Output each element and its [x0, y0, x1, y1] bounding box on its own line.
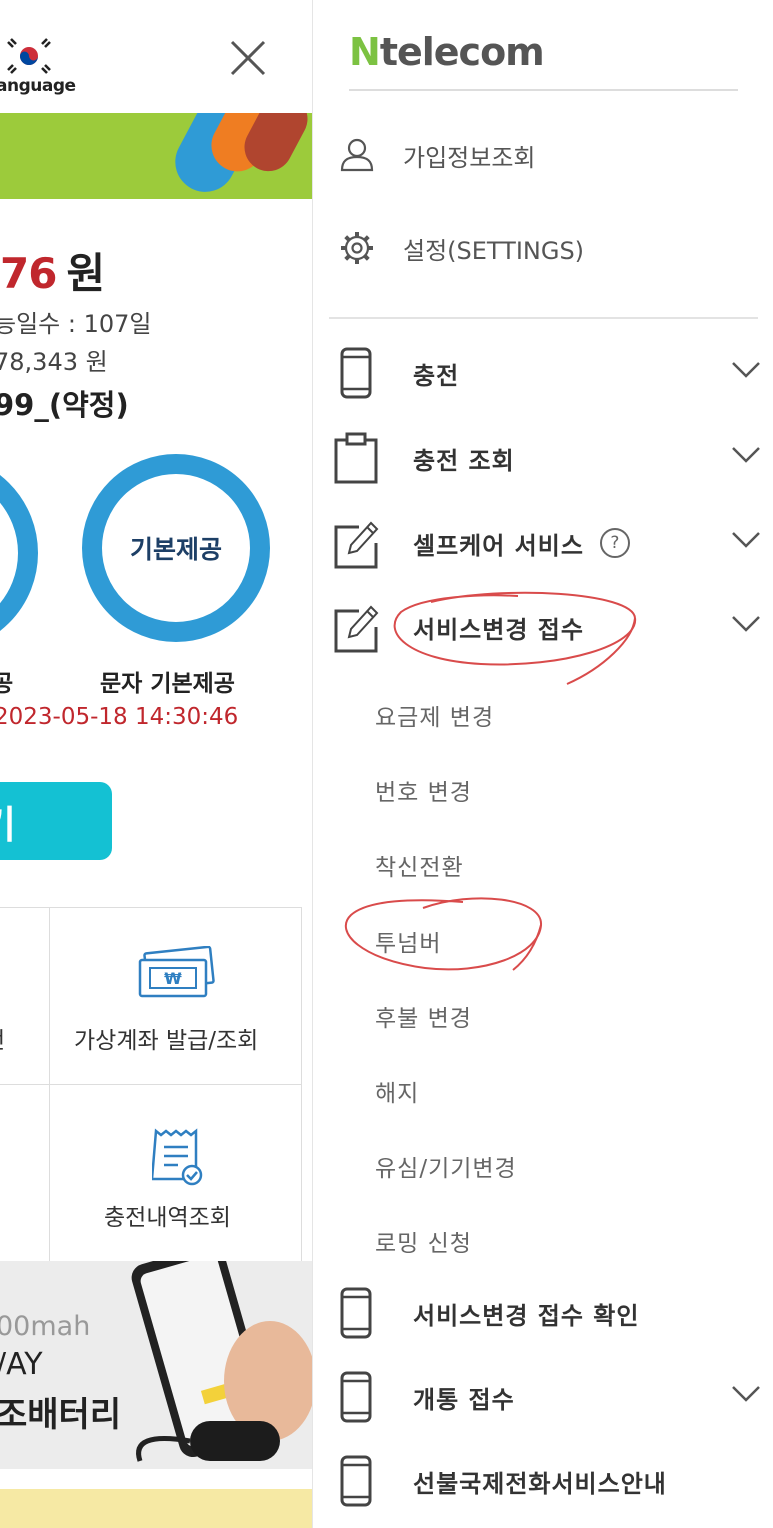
remaining-days: 능일수 : 107일	[0, 310, 152, 338]
chevron-down-icon[interactable]	[731, 529, 761, 549]
charge-button[interactable]: 기	[0, 782, 112, 860]
receipt-icon	[152, 1128, 203, 1186]
phone-icon	[340, 347, 372, 399]
background-page: anguage 76 원 능일수 : 107일 78,343 원 99_(약정) …	[0, 0, 312, 1528]
gear-icon	[341, 232, 373, 264]
balance-amount: 76 원	[0, 249, 105, 298]
phone-icon	[340, 1287, 372, 1339]
grid-cell-virtual-account[interactable]: ₩ 가상계좌 발급/조회	[50, 908, 302, 1085]
grid-cell-charge-history[interactable]: 충전내역조회	[50, 1085, 302, 1262]
promo-banner[interactable]	[0, 113, 312, 199]
sms-usage-ring: 기본제공	[82, 454, 270, 642]
ad-phone-photo	[131, 1261, 312, 1462]
menu-item-activation[interactable]: 개통 접수	[333, 1367, 760, 1427]
menu-item-label: 충전 조회	[413, 446, 515, 475]
brand-logo[interactable]: Ntelecom	[349, 30, 545, 74]
svg-text:₩: ₩	[164, 969, 182, 988]
edit-icon	[334, 605, 379, 653]
ad-text-3: 조배터리	[0, 1395, 122, 1435]
close-icon[interactable]	[228, 38, 268, 78]
cash-icon: ₩	[138, 946, 215, 998]
edit-icon	[334, 521, 379, 569]
menu-item-label: 셀프케어 서비스	[413, 531, 584, 560]
menu-item-label: 서비스변경 접수 확인	[413, 1301, 640, 1330]
grid-cell-label: 충전내역조회	[104, 1205, 231, 1231]
next-banner-strip[interactable]	[0, 1489, 312, 1528]
chevron-down-icon[interactable]	[731, 1383, 761, 1403]
plan-name: 99_(약정)	[0, 388, 129, 422]
submenu-item-plan-change[interactable]: 요금제 변경	[375, 698, 494, 732]
help-icon[interactable]: ?	[599, 528, 630, 558]
submenu-item-postpaid-change[interactable]: 후불 변경	[375, 999, 472, 1033]
submenu-item-call-forwarding[interactable]: 착신전환	[375, 848, 464, 882]
quick-menu-grid: 전 ₩ 가상계좌 발급/조회 충전내역조회	[0, 907, 302, 1262]
menu-item-label: 서비스변경 접수	[413, 615, 584, 644]
grid-cell[interactable]: 전	[0, 908, 50, 1085]
ring-caption-right: 문자 기본제공	[100, 671, 235, 697]
user-icon	[340, 138, 374, 172]
grid-cell-label: 전	[0, 1021, 5, 1055]
menu-item-label: 설정(SETTINGS)	[403, 236, 585, 265]
submenu-item-number-change[interactable]: 번호 변경	[375, 773, 472, 807]
ring-caption-left: 공	[0, 671, 14, 697]
menu-item-label: 가입정보조회	[403, 143, 536, 172]
menu-item-service-change-check[interactable]: 서비스변경 접수 확인	[333, 1283, 753, 1343]
chevron-down-icon[interactable]	[731, 613, 761, 633]
menu-item-member-info[interactable]: 가입정보조회	[339, 137, 535, 173]
language-label[interactable]: anguage	[0, 76, 76, 96]
menu-item-service-change[interactable]: 서비스변경 접수	[333, 597, 760, 657]
menu-item-intl-call-guide[interactable]: 선불국제전화서비스안내	[333, 1451, 753, 1511]
menu-item-label: 선불국제전화서비스안내	[413, 1469, 667, 1498]
clipboard-icon	[334, 432, 378, 484]
menu-item-label: 개통 접수	[413, 1385, 515, 1414]
banner-graphic	[175, 113, 308, 192]
divider	[329, 317, 758, 319]
data-usage-ring	[0, 454, 38, 652]
ad-text-2: /AY	[0, 1347, 43, 1382]
submenu-item-two-number[interactable]: 투넘버	[375, 924, 441, 958]
phone-icon	[340, 1455, 372, 1507]
menu-item-label: 충전	[413, 361, 460, 390]
menu-item-selfcare[interactable]: 셀프케어 서비스 ?	[333, 513, 760, 573]
ad-text-1: 00mah	[0, 1311, 91, 1342]
menu-item-charge[interactable]: 충전	[333, 343, 760, 403]
menu-item-charge-history[interactable]: 충전 조회	[333, 428, 760, 488]
divider	[349, 89, 738, 91]
chevron-down-icon[interactable]	[731, 444, 761, 464]
usage-amount: 78,343 원	[0, 348, 108, 376]
phone-icon	[340, 1371, 372, 1423]
side-menu-drawer: Ntelecom 가입정보조회 설정(SETTINGS) 충전 충전 조회 셀프…	[312, 0, 773, 1528]
korea-flag-icon[interactable]	[2, 36, 56, 76]
menu-item-settings[interactable]: 설정(SETTINGS)	[339, 230, 584, 266]
submenu-item-usim-device[interactable]: 유심/기기변경	[375, 1149, 517, 1183]
grid-cell[interactable]	[0, 1085, 50, 1262]
updated-timestamp: 2023-05-18 14:30:46	[0, 704, 239, 730]
battery-ad-banner[interactable]: 00mah /AY 조배터리	[0, 1261, 312, 1469]
submenu-item-cancel[interactable]: 해지	[375, 1074, 419, 1108]
ring-label: 기본제공	[129, 535, 222, 564]
chevron-down-icon[interactable]	[731, 359, 761, 379]
grid-cell-label: 가상계좌 발급/조회	[74, 1028, 259, 1054]
submenu-item-roaming[interactable]: 로밍 신청	[375, 1224, 472, 1258]
